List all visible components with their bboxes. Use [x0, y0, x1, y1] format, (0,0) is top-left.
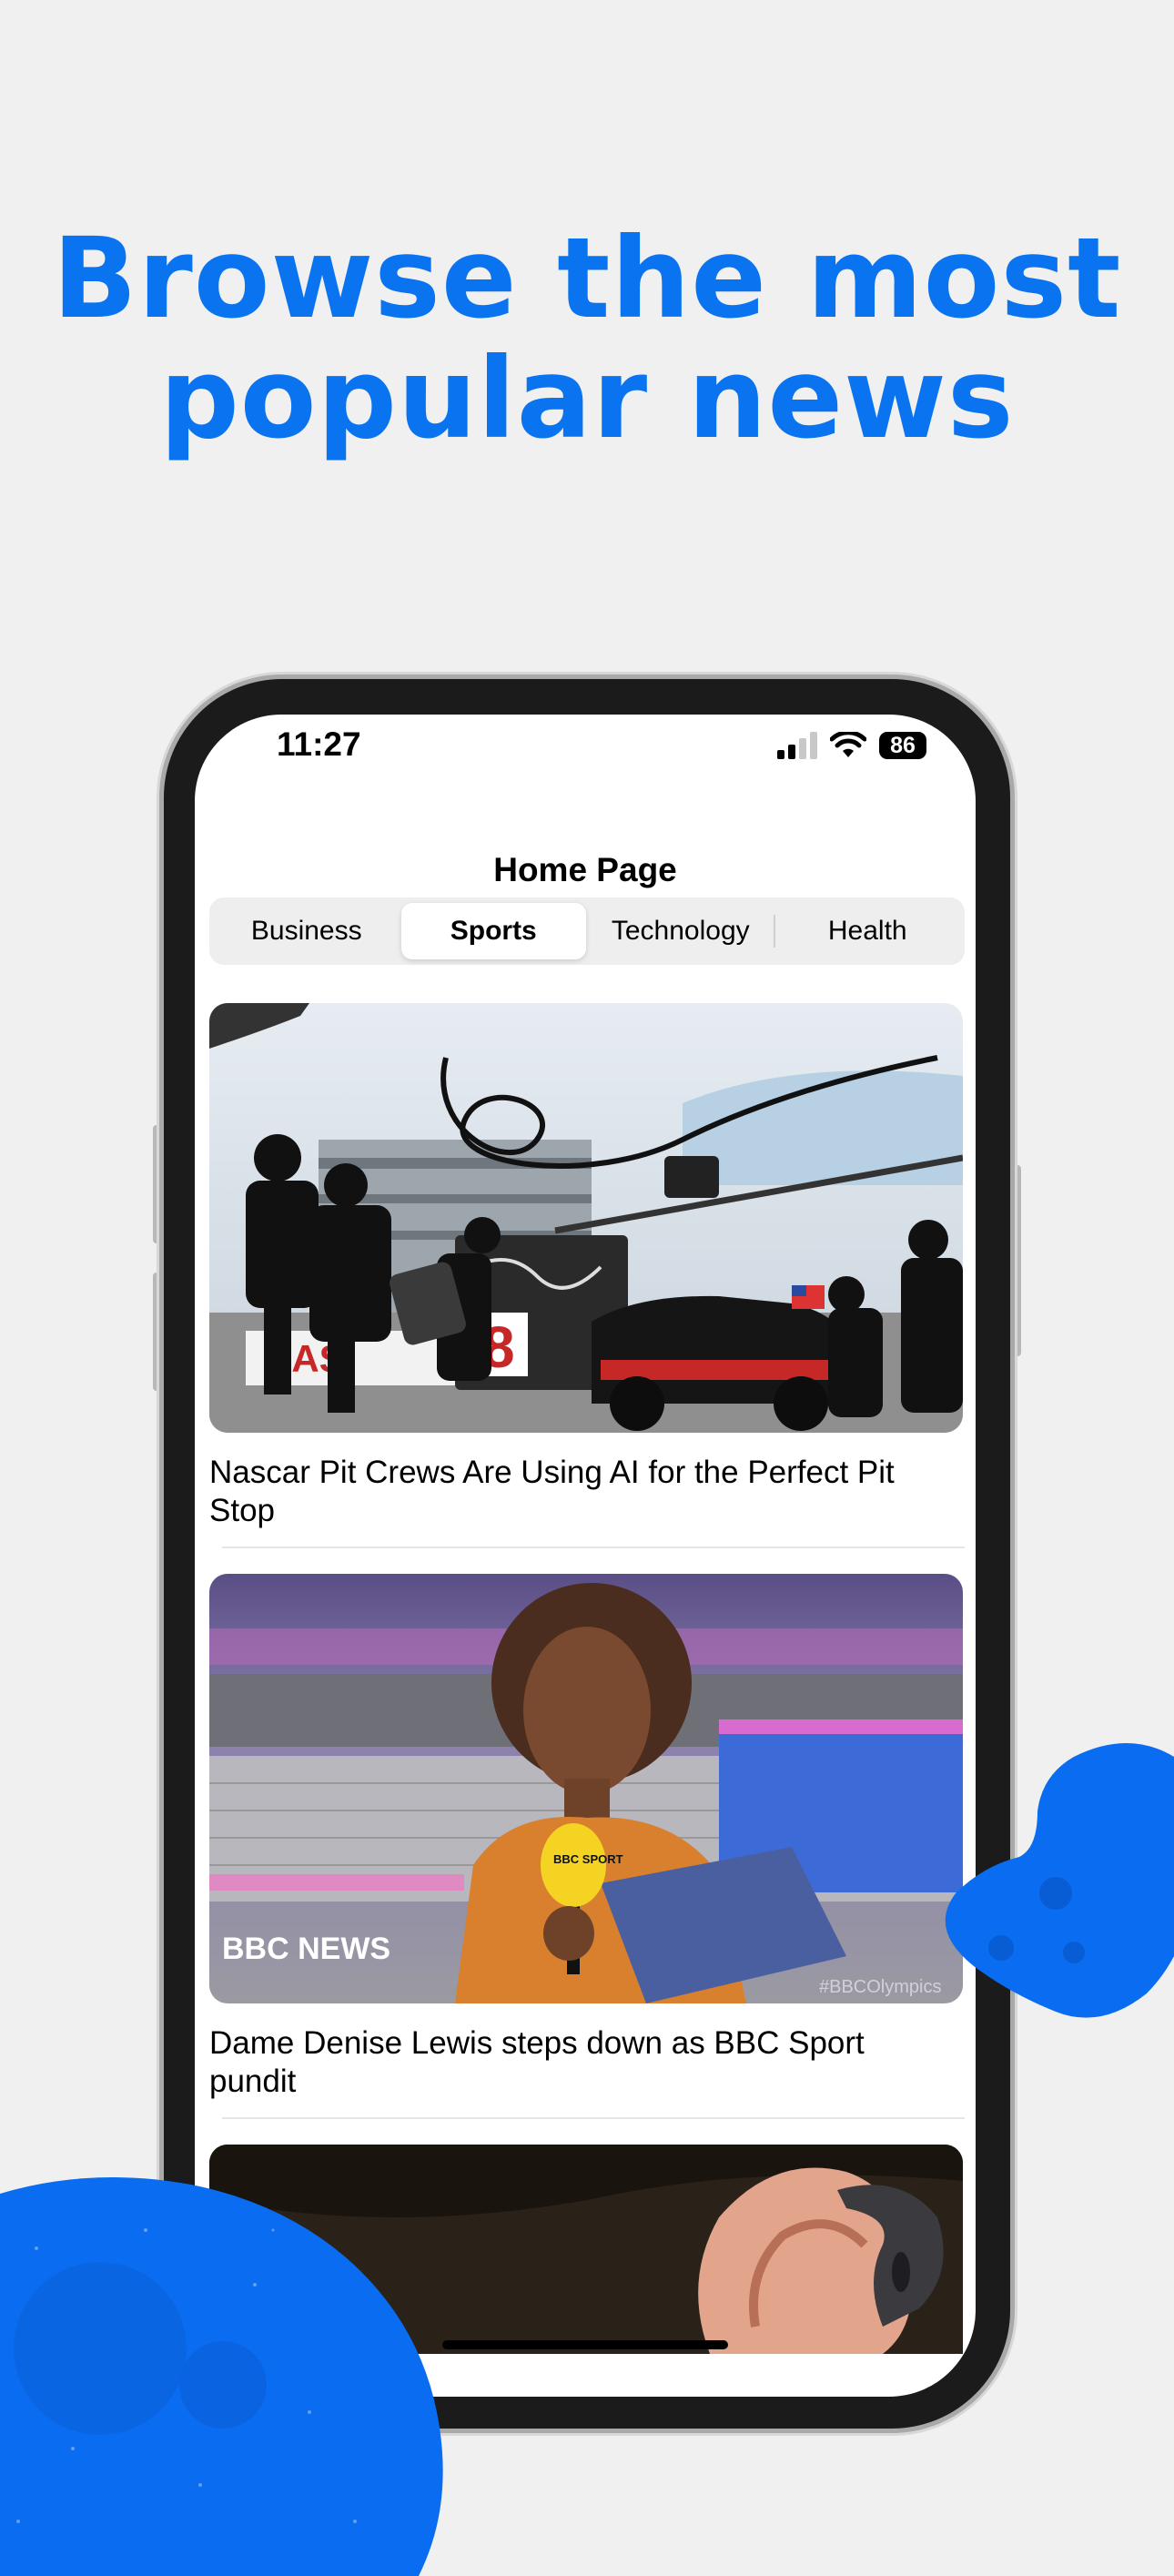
wifi-icon: [830, 732, 866, 757]
article-divider: [222, 2117, 965, 2119]
nascar-pit-stop-photo: CAS 8: [209, 1003, 963, 1433]
bbc-studio-photo: BBC SPORT BBC NEWS #BBCOlympics: [209, 1574, 963, 2003]
tab-health[interactable]: Health: [775, 903, 961, 959]
category-tabs: Business Sports Technology Health: [209, 898, 965, 965]
cellular-signal-icon: [777, 732, 817, 759]
phone-volume-up-button: [153, 1125, 160, 1243]
bbc-news-logo: BBC NEWS: [222, 1932, 390, 1966]
phone-power-button: [1014, 1165, 1021, 1356]
home-indicator[interactable]: [442, 2340, 728, 2349]
status-icons: 86: [777, 732, 926, 759]
phone-screen: 11:27 86 Home Page Business Sports Techn…: [195, 715, 976, 2397]
image-hashtag: #BBCOlympics: [819, 1977, 941, 1997]
decorative-blob-right: [945, 1743, 1174, 2018]
phone-volume-down-button: [153, 1273, 160, 1391]
tab-sports[interactable]: Sports: [400, 903, 586, 959]
mic-label: BBC SPORT: [553, 1852, 623, 1866]
article-title[interactable]: Nascar Pit Crews Are Using AI for the Pe…: [209, 1454, 919, 1530]
article-title[interactable]: Dame Denise Lewis steps down as BBC Spor…: [209, 2024, 919, 2101]
page-title: Home Page: [493, 851, 677, 888]
article-image-nascar[interactable]: CAS 8: [209, 1003, 963, 1433]
decorative-blob-left: [0, 2177, 443, 2576]
status-bar: 11:27 86: [195, 715, 976, 769]
promo-headline-line1: Browse the most: [52, 214, 1122, 343]
status-time: 11:27: [277, 725, 361, 763]
promo-headline-line2: popular news: [159, 334, 1015, 463]
article-divider: [222, 1547, 965, 1548]
article-image-bbc[interactable]: BBC SPORT BBC NEWS #BBCOlympics: [209, 1574, 963, 2003]
tab-business[interactable]: Business: [214, 903, 400, 959]
promo-headline: Browse the most popular news: [0, 218, 1174, 459]
phone-frame: 11:27 86 Home Page Business Sports Techn…: [164, 679, 1010, 2429]
tab-technology[interactable]: Technology: [588, 903, 774, 959]
battery-icon: 86: [879, 732, 926, 759]
